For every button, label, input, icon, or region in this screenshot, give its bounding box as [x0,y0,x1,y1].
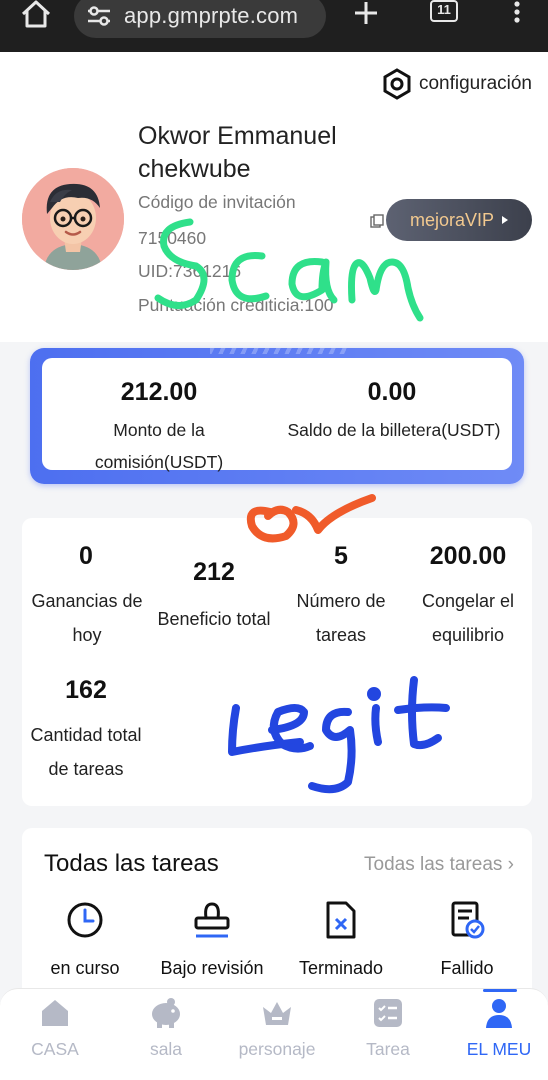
task-filter-label: Fallido [440,958,494,978]
stamp-icon [194,902,230,938]
commission-value: 212.00 [120,378,198,406]
invite-label: Código de invitación [138,192,296,212]
new-tab-icon[interactable] [352,0,380,26]
nav-label: CASA [31,1039,79,1059]
total-profit-label: Beneficio total [157,609,271,629]
address-bar[interactable]: app.gmprpte.com [74,0,326,38]
task-count-value: 5 [334,542,348,570]
url-text: app.gmprpte.com [124,3,299,28]
today-earnings-value: 0 [79,542,93,570]
home-icon[interactable] [20,0,52,30]
user-uid: UID:7361216 [138,261,242,281]
total-tasks-value: 162 [65,676,107,704]
card-decoration [210,348,350,354]
settings-button[interactable]: configuración [381,68,532,100]
cartoon-avatar-image [22,168,124,270]
total-tasks-label: Cantidad total de tareas [30,725,142,779]
task-filter-failed[interactable]: Fallido [407,900,527,979]
wallet-card-inner: 212.00 Monto de la comisión(USDT) 0.00 S… [42,358,512,472]
piggy-bank-icon [152,998,180,1028]
browser-toolbar: app.gmprpte.com 11 [0,0,548,52]
chevron-right-icon: › [507,854,514,875]
task-filter-label: Terminado [298,958,384,978]
hexagon-settings-icon [383,68,411,100]
more-menu-icon[interactable] [512,0,522,24]
home-icon [42,1000,68,1026]
nav-item-tarea[interactable]: Tarea [333,997,443,1060]
wallet-balance-value: 0.00 [367,378,417,406]
today-earnings-label: Ganancias de hoy [31,591,143,645]
site-settings-icon[interactable] [86,5,112,27]
nav-item-el-meu[interactable]: EL MEU [444,997,548,1060]
stats-card: 0 Ganancias de hoy 212 Beneficio total 5… [22,518,532,806]
upgrade-vip-label: mejoraVIP [409,209,495,230]
all-tasks-link[interactable]: Todas las tareas › [364,854,514,876]
upgrade-vip-button[interactable]: mejoraVIP [386,199,532,241]
task-filter-in-progress[interactable]: en curso [25,900,145,979]
invite-code: 7150460 [138,228,207,248]
user-name: Okwor Emmanuel chekwube [138,122,337,183]
wallet-card: 212.00 Monto de la comisión(USDT) 0.00 S… [30,348,524,484]
task-list-icon [374,999,402,1027]
user-icon [486,999,512,1028]
nav-label: EL MEU [466,1039,532,1059]
nav-item-personaje[interactable]: personaje [222,997,332,1060]
commission-label: Monto de la comisión(USDT) [94,420,224,472]
active-tab-indicator [483,989,517,992]
avatar[interactable] [22,168,124,270]
nav-item-casa[interactable]: CASA [0,997,110,1060]
profile-page: configuración Okwor Emmanuel chekwube Có… [0,52,548,1080]
clock-icon [67,902,103,938]
play-arrow-icon [502,216,509,224]
nav-item-sala[interactable]: sala [111,997,221,1060]
tasks-title: Todas las tareas [44,850,219,877]
profile-header: configuración Okwor Emmanuel chekwube Có… [0,52,548,342]
credit-score: Puntuación crediticia:100 [138,295,334,315]
frozen-balance-label: Congelar el equilibrio [421,591,515,645]
task-filter-finished[interactable]: Terminado [281,900,401,979]
frozen-balance-value: 200.00 [429,542,507,570]
nav-label: sala [149,1039,183,1059]
copy-icon[interactable] [370,214,384,228]
checklist-check-icon [451,901,485,939]
tab-switcher-button[interactable]: 11 [430,0,458,22]
wallet-balance-label: Saldo de la billetera(USDT) [287,420,501,440]
nav-label: personaje [238,1039,316,1059]
document-x-icon [326,901,356,939]
bottom-navigation: CASA sala personaje Tarea EL MEU [0,988,548,1080]
all-tasks-link-label: Todas las tareas [364,854,503,875]
crown-icon [263,1002,291,1025]
task-filter-under-review[interactable]: Bajo revisión [152,900,272,979]
total-profit-value: 212 [193,558,235,586]
nav-label: Tarea [366,1039,410,1059]
task-filter-label: en curso [50,958,120,978]
settings-label: configuración [418,73,532,94]
task-filter-label: Bajo revisión [160,958,264,978]
task-count-label: Número de tareas [296,591,386,645]
